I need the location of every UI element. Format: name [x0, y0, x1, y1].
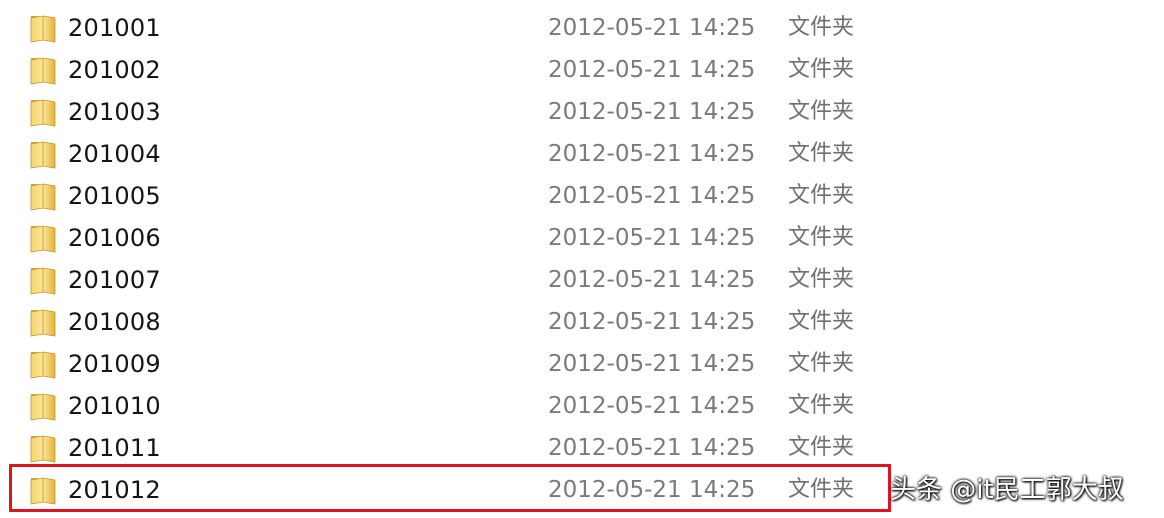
folder-icon	[30, 267, 56, 295]
file-name: 201004	[68, 140, 161, 168]
modified-date: 2012-05-21 14:25	[548, 267, 756, 293]
file-row[interactable]: 201003 2012-05-21 14:25 文件夹	[0, 91, 1164, 133]
modified-date: 2012-05-21 14:25	[548, 225, 756, 251]
file-type: 文件夹	[788, 183, 855, 208]
folder-icon	[30, 141, 56, 169]
folder-icon	[30, 351, 56, 379]
file-name: 201003	[68, 98, 161, 126]
file-list: 201001 2012-05-21 14:25 文件夹 201002 2012-…	[0, 7, 1164, 511]
file-name: 201006	[68, 224, 161, 252]
file-row[interactable]: 201009 2012-05-21 14:25 文件夹	[0, 343, 1164, 385]
folder-icon	[30, 435, 56, 463]
folder-icon	[30, 477, 56, 505]
file-row[interactable]: 201001 2012-05-21 14:25 文件夹	[0, 7, 1164, 49]
folder-icon	[30, 225, 56, 253]
file-name: 201005	[68, 182, 161, 210]
modified-date: 2012-05-21 14:25	[548, 435, 756, 461]
file-name: 201012	[68, 476, 161, 504]
folder-icon	[30, 57, 56, 85]
file-name: 201010	[68, 392, 161, 420]
file-type: 文件夹	[788, 225, 855, 250]
watermark: 头条 @it民工郭大叔	[890, 475, 1124, 505]
folder-icon	[30, 393, 56, 421]
modified-date: 2012-05-21 14:25	[548, 309, 756, 335]
modified-date: 2012-05-21 14:25	[548, 393, 756, 419]
modified-date: 2012-05-21 14:25	[548, 57, 756, 83]
modified-date: 2012-05-21 14:25	[548, 141, 756, 167]
folder-icon	[30, 183, 56, 211]
folder-icon	[30, 15, 56, 43]
file-row[interactable]: 201002 2012-05-21 14:25 文件夹	[0, 49, 1164, 91]
file-name: 201009	[68, 350, 161, 378]
modified-date: 2012-05-21 14:25	[548, 477, 756, 503]
file-type: 文件夹	[788, 477, 855, 502]
file-row[interactable]: 201010 2012-05-21 14:25 文件夹	[0, 385, 1164, 427]
file-type: 文件夹	[788, 141, 855, 166]
modified-date: 2012-05-21 14:25	[548, 351, 756, 377]
file-row[interactable]: 201011 2012-05-21 14:25 文件夹	[0, 427, 1164, 469]
file-type: 文件夹	[788, 267, 855, 292]
file-name: 201007	[68, 266, 161, 294]
file-name: 201008	[68, 308, 161, 336]
file-type: 文件夹	[788, 15, 855, 40]
modified-date: 2012-05-21 14:25	[548, 99, 756, 125]
file-type: 文件夹	[788, 435, 855, 460]
file-row[interactable]: 201007 2012-05-21 14:25 文件夹	[0, 259, 1164, 301]
folder-icon	[30, 99, 56, 127]
file-row[interactable]: 201004 2012-05-21 14:25 文件夹	[0, 133, 1164, 175]
file-name: 201002	[68, 56, 161, 84]
file-row[interactable]: 201005 2012-05-21 14:25 文件夹	[0, 175, 1164, 217]
file-type: 文件夹	[788, 351, 855, 376]
file-type: 文件夹	[788, 393, 855, 418]
file-type: 文件夹	[788, 99, 855, 124]
file-type: 文件夹	[788, 57, 855, 82]
folder-icon	[30, 309, 56, 337]
file-type: 文件夹	[788, 309, 855, 334]
modified-date: 2012-05-21 14:25	[548, 15, 756, 41]
modified-date: 2012-05-21 14:25	[548, 183, 756, 209]
file-name: 201011	[68, 434, 161, 462]
file-name: 201001	[68, 14, 161, 42]
file-row[interactable]: 201006 2012-05-21 14:25 文件夹	[0, 217, 1164, 259]
file-row[interactable]: 201008 2012-05-21 14:25 文件夹	[0, 301, 1164, 343]
